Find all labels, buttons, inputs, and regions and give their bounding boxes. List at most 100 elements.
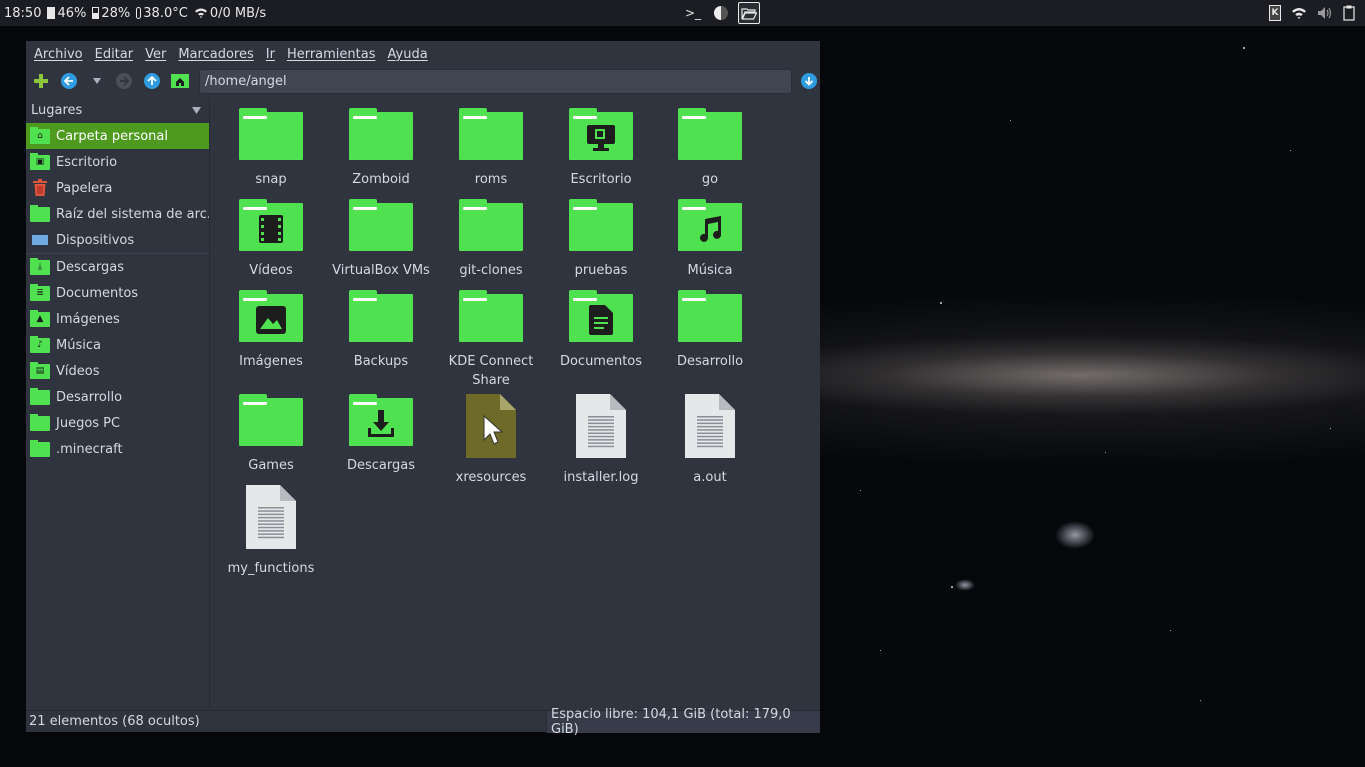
volume-icon[interactable]: [1317, 6, 1333, 20]
folder-glyph: ▣: [35, 156, 45, 167]
file-item[interactable]: a.out: [655, 394, 765, 487]
file-item[interactable]: Escritorio: [546, 108, 656, 189]
places-header[interactable]: Lugares: [26, 98, 209, 123]
file-item[interactable]: git-clones: [436, 199, 546, 280]
up-button[interactable]: [141, 70, 163, 92]
folder-open-icon: [741, 7, 757, 20]
file-name: Música: [687, 263, 733, 278]
file-name: Desarrollo: [676, 354, 744, 369]
file-name: Zomboid: [352, 172, 410, 187]
menu-editar[interactable]: Editar: [89, 47, 140, 62]
battery-indicator: 28%: [92, 6, 130, 21]
file-manager-task[interactable]: [738, 2, 760, 24]
network-indicator: 0/0 MB/s: [194, 6, 266, 21]
file-item[interactable]: roms: [436, 108, 546, 189]
folder-icon: [459, 290, 523, 342]
file-item[interactable]: Games: [216, 394, 326, 475]
sidebar-item[interactable]: Raíz del sistema de arc...: [26, 201, 209, 227]
new-tab-button[interactable]: [30, 70, 52, 92]
clock[interactable]: 18:50: [4, 6, 41, 21]
file-item[interactable]: Descargas: [326, 394, 436, 475]
file-name: Vídeos: [249, 263, 293, 278]
document-folder-icon: [569, 290, 633, 342]
battery-icon: [92, 7, 100, 19]
file-item[interactable]: go: [655, 108, 765, 189]
folder-icon: [30, 413, 50, 431]
folder-icon: [349, 108, 413, 160]
home-button[interactable]: [169, 70, 191, 92]
file-item[interactable]: xresources: [436, 394, 546, 487]
file-item[interactable]: VirtualBox VMs: [326, 199, 436, 280]
pictures-folder-icon: ▲: [30, 309, 50, 327]
file-name: my_functions: [227, 561, 315, 576]
sidebar-item[interactable]: ⤓ Descargas: [26, 254, 209, 280]
file-item[interactable]: installer.log: [546, 394, 656, 487]
clipboard-tray-icon[interactable]: [1343, 5, 1355, 21]
file-item[interactable]: Zomboid: [326, 108, 436, 189]
file-item[interactable]: Desarrollo: [655, 290, 765, 371]
menu-ver[interactable]: Ver: [139, 47, 172, 62]
file-item[interactable]: Documentos: [546, 290, 656, 371]
path-input[interactable]: /home/angel: [198, 68, 793, 94]
go-button[interactable]: [798, 70, 820, 92]
desktop-folder-icon: [569, 108, 633, 160]
file-item[interactable]: snap: [216, 108, 326, 189]
folder-icon: [459, 108, 523, 160]
menu-herramientas[interactable]: Herramientas: [281, 47, 382, 62]
arrow-right-icon: [116, 73, 133, 89]
download-folder-icon: [349, 394, 413, 446]
home-folder-icon: ⌂: [30, 126, 50, 144]
arrow-up-icon: [144, 73, 161, 89]
text-file-icon: [576, 394, 626, 458]
file-item[interactable]: my_functions: [216, 485, 326, 578]
forward-button[interactable]: [113, 70, 135, 92]
menu-marcadores[interactable]: Marcadores: [172, 47, 259, 62]
top-panel: 18:50 46% 28% 38.0°C 0/0 MB/s >_ K: [0, 0, 1365, 26]
file-item[interactable]: Backups: [326, 290, 436, 371]
sidebar-item[interactable]: Desarrollo: [26, 384, 209, 410]
file-item[interactable]: pruebas: [546, 199, 656, 280]
sidebar-item[interactable]: ≣ Documentos: [26, 280, 209, 306]
folder-glyph: ▤: [35, 365, 45, 376]
collapse-arrow-icon[interactable]: [192, 107, 201, 114]
places-title: Lugares: [31, 103, 83, 118]
file-icon-view[interactable]: snap Zomboid roms Escritorio go Vídeos Virtual…: [210, 98, 820, 708]
sidebar-item[interactable]: ▲ Imágenes: [26, 306, 209, 332]
sidebar-item[interactable]: Dispositivos: [26, 227, 209, 253]
file-item[interactable]: Imágenes: [216, 290, 326, 371]
sidebar-item-label: Papelera: [56, 180, 113, 196]
menu-ir[interactable]: Ir: [260, 47, 281, 62]
file-name: Documentos: [559, 354, 643, 369]
keyboard-layout-icon[interactable]: K: [1269, 5, 1281, 21]
sidebar-item[interactable]: Papelera: [26, 175, 209, 201]
sidebar-item[interactable]: .minecraft: [26, 436, 209, 462]
sidebar-item[interactable]: ▤ Vídeos: [26, 358, 209, 384]
history-dropdown[interactable]: [86, 70, 108, 92]
music-folder-icon: [678, 199, 742, 251]
sidebar-item-label: Dispositivos: [56, 232, 135, 248]
cursor-file-icon: [466, 394, 516, 458]
folder-icon: [459, 199, 523, 251]
file-name: roms: [474, 172, 508, 187]
menu-ayuda[interactable]: Ayuda: [382, 47, 434, 62]
browser-launcher[interactable]: [710, 2, 732, 24]
menu-bar: Archivo Editar Ver Marcadores Ir Herrami…: [26, 41, 820, 67]
places-list: ⌂ Carpeta personal ▣ Escritorio Papelera Raíz…: [26, 123, 209, 462]
main-content: Lugares ⌂ Carpeta personal ▣ Escritorio Pape…: [26, 98, 820, 708]
image-folder-icon: [239, 290, 303, 342]
thermometer-icon: [136, 7, 142, 19]
sidebar-item[interactable]: ♪ Música: [26, 332, 209, 358]
file-name: git-clones: [459, 263, 523, 278]
back-button[interactable]: [58, 70, 80, 92]
sidebar-item[interactable]: Juegos PC: [26, 410, 209, 436]
menu-archivo[interactable]: Archivo: [28, 47, 89, 62]
file-item[interactable]: Vídeos: [216, 199, 326, 280]
sidebar-item[interactable]: ▣ Escritorio: [26, 149, 209, 175]
file-item[interactable]: Música: [655, 199, 765, 280]
file-item[interactable]: KDE Connect Share: [436, 290, 546, 390]
music-folder-icon: ♪: [30, 335, 50, 353]
sidebar-item[interactable]: ⌂ Carpeta personal: [26, 123, 209, 149]
file-name: a.out: [693, 470, 727, 485]
terminal-launcher[interactable]: >_: [682, 2, 704, 24]
wifi-tray-icon[interactable]: [1291, 7, 1307, 19]
